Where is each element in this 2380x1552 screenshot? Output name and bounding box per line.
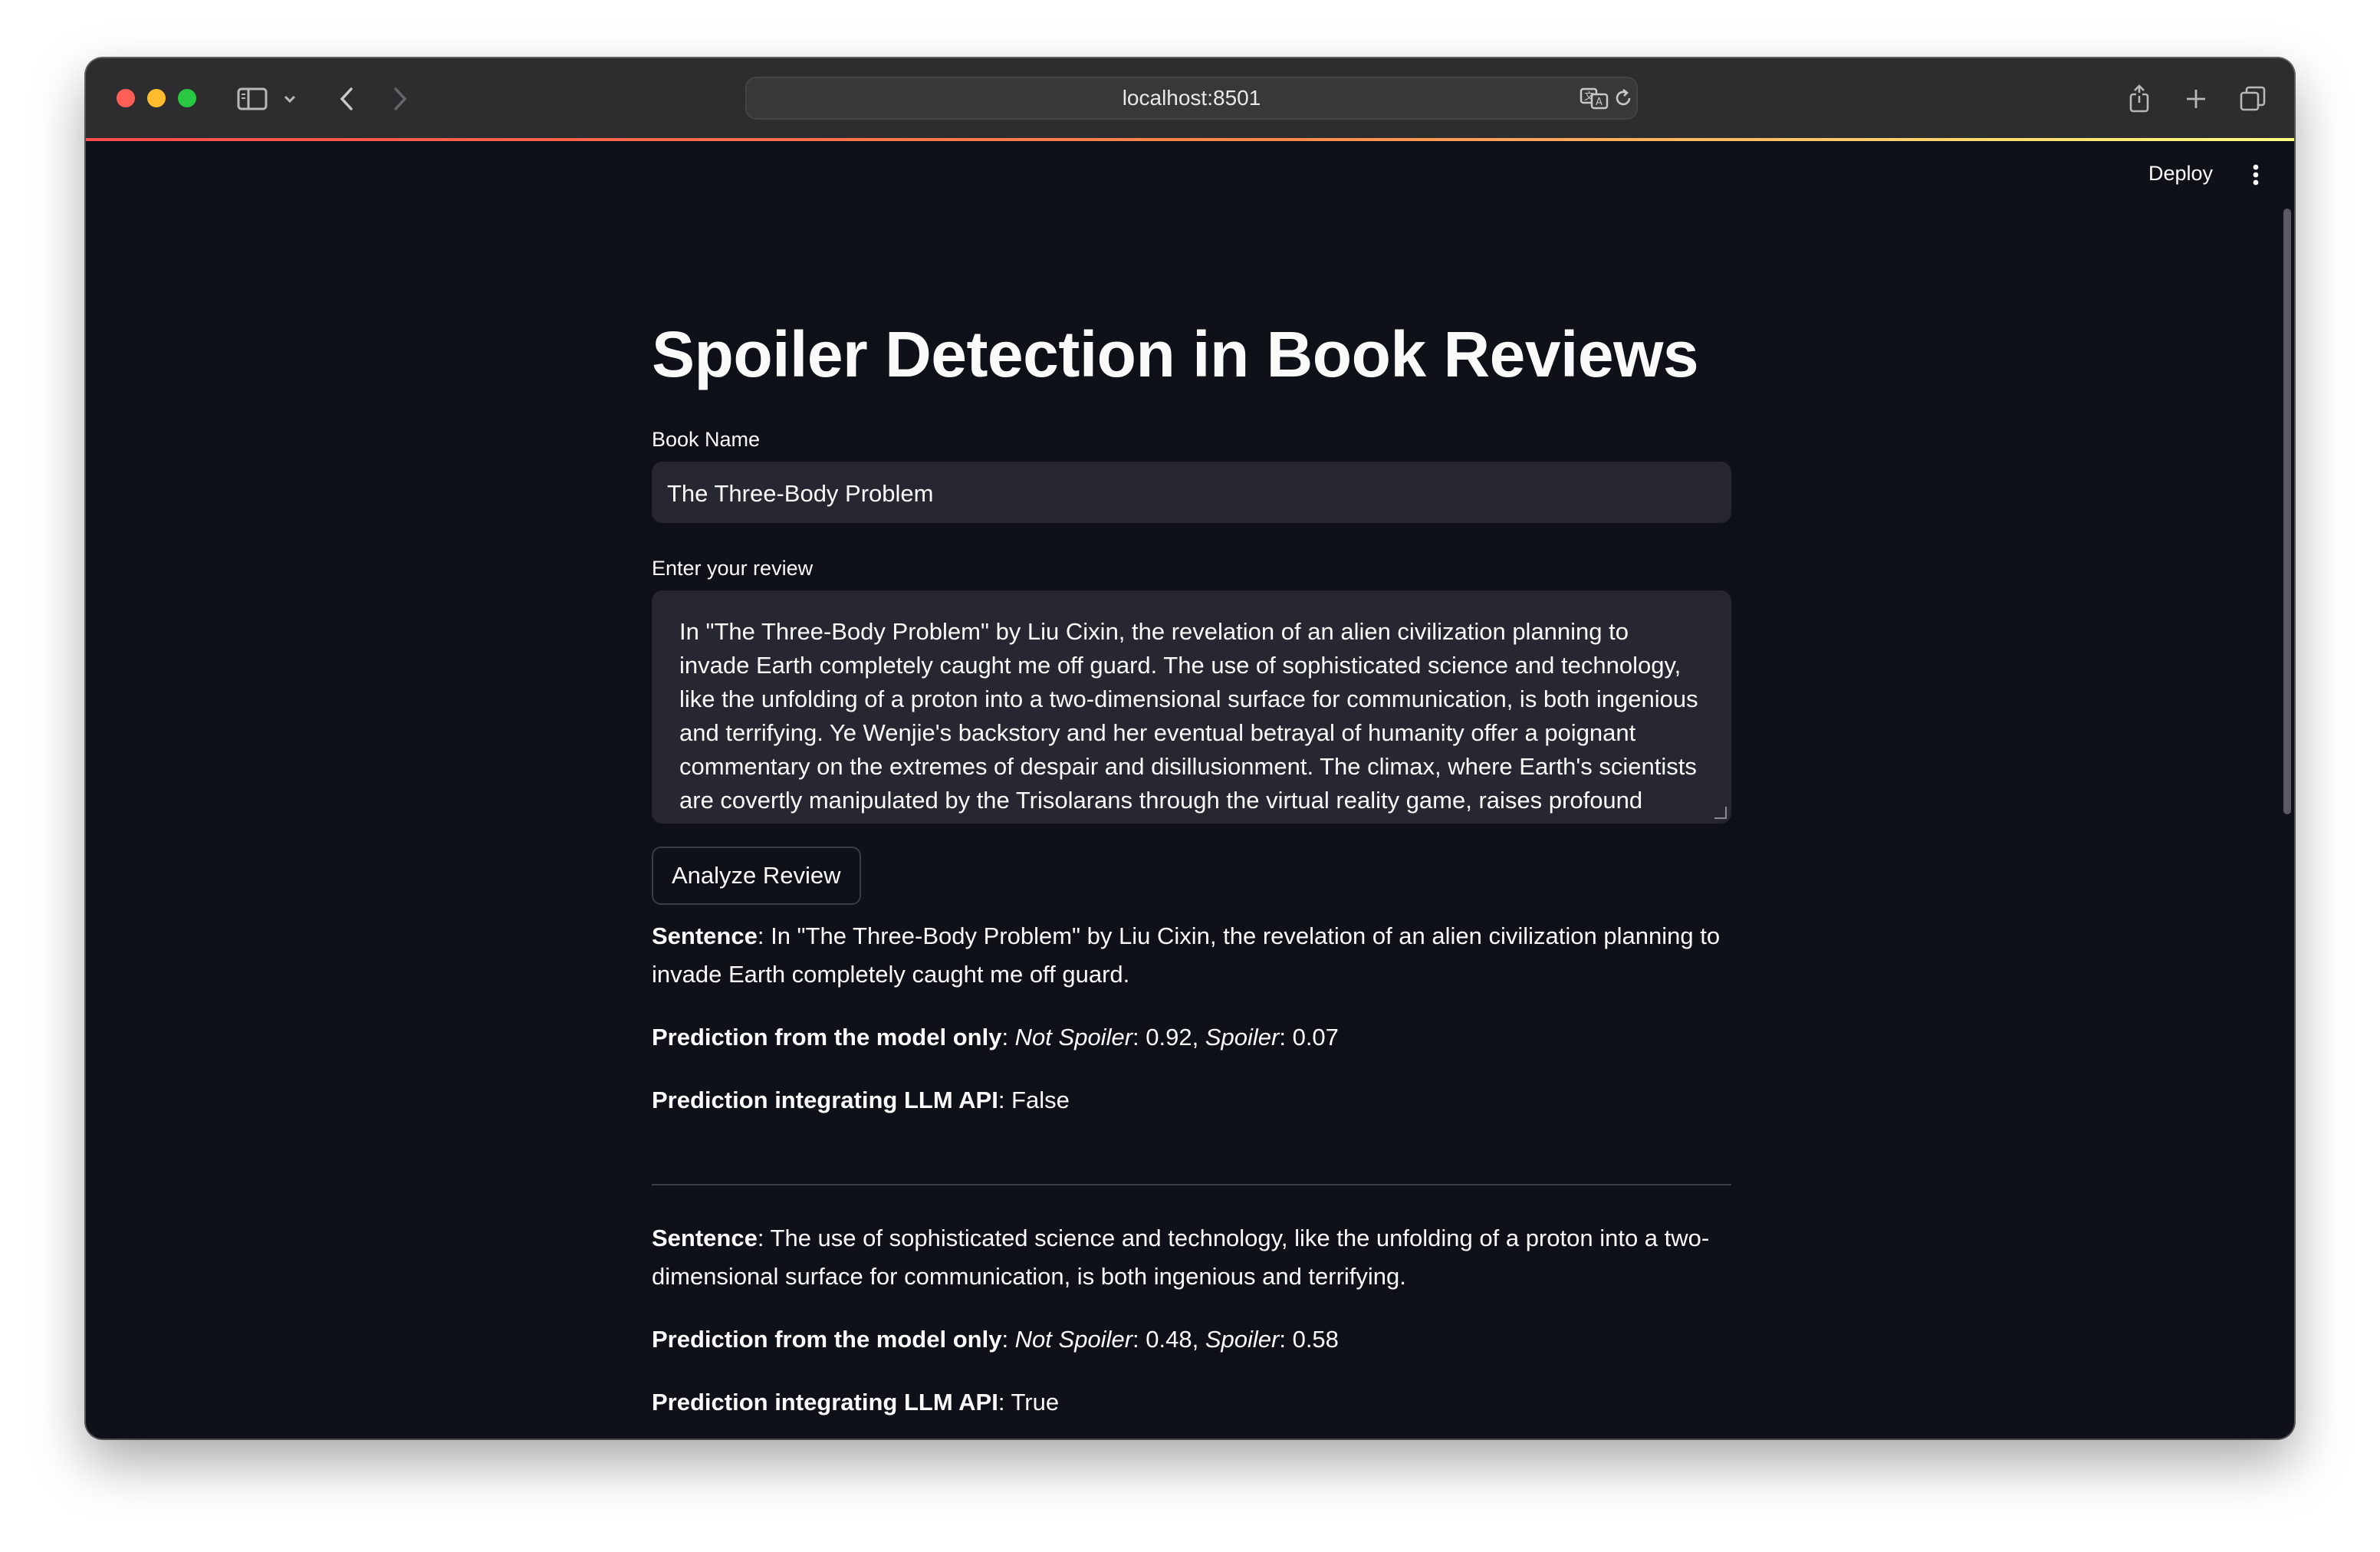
forward-arrow-icon[interactable] (385, 75, 416, 123)
scrollbar-thumb[interactable] (2283, 209, 2291, 814)
browser-window: localhost:8501 文A Deploy Spoiler Detecti… (86, 58, 2294, 1439)
sentence-label: Sentence (652, 1225, 758, 1251)
llm-prediction-label: Prediction integrating LLM API (652, 1389, 998, 1416)
reload-icon[interactable] (1613, 86, 1633, 110)
sentence-label: Sentence (652, 922, 758, 949)
spoiler-label: Spoiler (1205, 1024, 1280, 1051)
llm-prediction: Prediction integrating LLM API: True (652, 1389, 1060, 1416)
close-window-button[interactable] (117, 89, 135, 107)
model-prediction-label: Prediction from the model only (652, 1326, 1002, 1353)
resize-handle-icon[interactable] (1714, 807, 1727, 819)
book-name-label: Book Name (652, 428, 761, 451)
not-spoiler-value: 0.92 (1146, 1024, 1192, 1051)
main-menu-icon[interactable] (2248, 159, 2263, 190)
model-prediction: Prediction from the model only: Not Spoi… (652, 1024, 1339, 1051)
model-prediction: Prediction from the model only: Not Spoi… (652, 1326, 1339, 1353)
not-spoiler-label: Not Spoiler (1014, 1024, 1133, 1051)
spoiler-label: Spoiler (1205, 1326, 1280, 1353)
spoiler-value: 0.07 (1292, 1024, 1339, 1051)
model-prediction-label: Prediction from the model only (652, 1024, 1002, 1051)
zoom-window-button[interactable] (178, 89, 196, 107)
sidebar-toggle-icon[interactable] (233, 75, 271, 123)
chevron-down-icon[interactable] (281, 75, 299, 123)
review-text: In "The Three-Body Problem" by Liu Cixin… (679, 618, 1698, 814)
address-bar[interactable]: localhost:8501 文A (745, 77, 1638, 120)
back-arrow-icon[interactable] (331, 75, 362, 123)
minimize-window-button[interactable] (147, 89, 166, 107)
tab-overview-icon[interactable] (2236, 75, 2270, 123)
llm-prediction-label: Prediction integrating LLM API (652, 1087, 998, 1113)
not-spoiler-label: Not Spoiler (1014, 1326, 1133, 1353)
spoiler-value: 0.58 (1292, 1326, 1339, 1353)
new-tab-plus-icon[interactable] (2179, 75, 2213, 123)
llm-prediction-value: True (1011, 1389, 1060, 1416)
analyze-review-button[interactable]: Analyze Review (652, 847, 861, 905)
url-text: localhost:8501 (1122, 86, 1261, 110)
sentence-text: In "The Three-Body Problem" by Liu Cixin… (652, 922, 1721, 988)
review-label: Enter your review (652, 557, 814, 580)
browser-toolbar: localhost:8501 文A (86, 58, 2294, 141)
app-content: Deploy Spoiler Detection in Book Reviews… (86, 141, 2294, 1439)
result-divider (652, 1184, 1731, 1185)
book-name-input[interactable]: The Three-Body Problem (652, 462, 1731, 523)
llm-prediction-value: False (1011, 1087, 1070, 1113)
sentence-text: The use of sophisticated science and tec… (652, 1225, 1710, 1290)
translate-icon[interactable]: 文A (1580, 86, 1609, 110)
share-icon[interactable] (2122, 75, 2156, 123)
llm-prediction: Prediction integrating LLM API: False (652, 1087, 1070, 1113)
result-sentence: Sentence: In "The Three-Body Problem" by… (652, 922, 1721, 988)
result-sentence: Sentence: The use of sophisticated scien… (652, 1225, 1710, 1290)
deploy-button[interactable]: Deploy (2148, 158, 2213, 189)
svg-text:A: A (1596, 97, 1603, 108)
page-title: Spoiler Detection in Book Reviews (652, 318, 1699, 390)
not-spoiler-value: 0.48 (1146, 1326, 1192, 1353)
review-textarea[interactable]: In "The Three-Body Problem" by Liu Cixin… (652, 590, 1731, 824)
